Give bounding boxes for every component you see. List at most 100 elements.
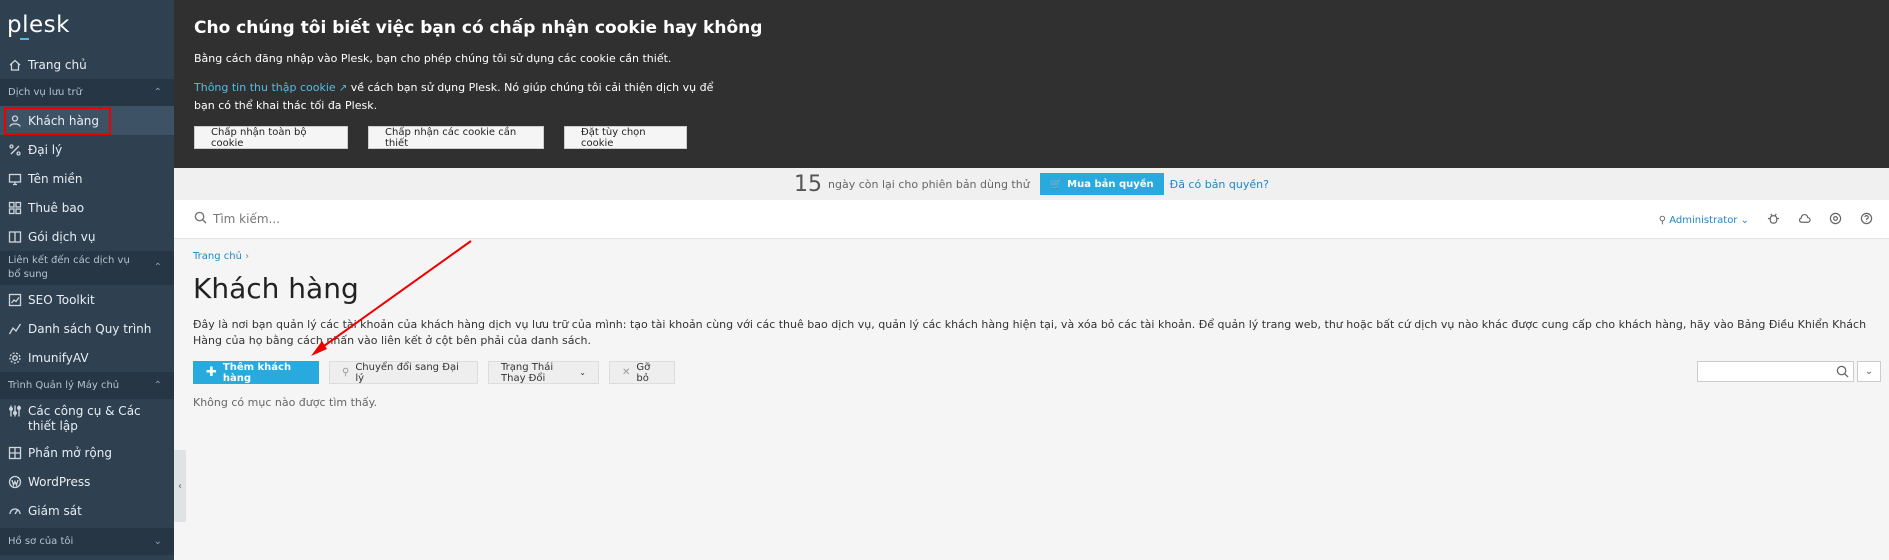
cookie-preferences-button[interactable]: Đặt tùy chọn cookie bbox=[564, 126, 687, 149]
empty-list-message: Không có mục nào được tìm thấy. bbox=[193, 396, 378, 409]
chevron-up-icon: ⌃ bbox=[153, 87, 162, 98]
sidebar-item-customers[interactable]: Khách hàng bbox=[0, 106, 174, 135]
trial-days-text: ngày còn lại cho phiên bản dùng thử bbox=[828, 177, 1030, 191]
cart-icon: 🛒 bbox=[1049, 178, 1063, 190]
remove-label: Gỡ bỏ bbox=[636, 361, 651, 384]
sidebar-item-monitoring[interactable]: Giám sát bbox=[0, 496, 174, 525]
remove-button[interactable]: ✕ Gỡ bỏ bbox=[609, 361, 675, 384]
chevron-down-icon: ⌄ bbox=[1864, 366, 1874, 377]
plan-icon bbox=[8, 230, 22, 244]
user-convert-icon: ⚲ bbox=[342, 367, 350, 378]
buy-license-button[interactable]: 🛒 Mua bản quyền bbox=[1039, 173, 1164, 195]
monitor-icon bbox=[8, 172, 22, 186]
section-label: Liên kết đến các dịch vụ bổ sung bbox=[8, 255, 130, 280]
list-search-options-button[interactable]: ⌄ bbox=[1857, 361, 1881, 382]
sidebar-item-label: Các công cụ & Các thiết lập bbox=[28, 404, 141, 433]
sidebar-item-domains[interactable]: Tên miền bbox=[0, 164, 174, 193]
add-customer-label: Thêm khách hàng bbox=[222, 361, 292, 384]
cloud-icon[interactable] bbox=[1798, 212, 1811, 228]
cookie-info: Thông tin thu thập cookie ↗ về cách bạn … bbox=[194, 79, 734, 114]
main-content: Trang chủ › Khách hàng Đây là nơi bạn qu… bbox=[193, 240, 1883, 409]
search-icon bbox=[1836, 365, 1849, 381]
sidebar-item-resellers[interactable]: Đại lý bbox=[0, 135, 174, 164]
user-icon: ⚲ bbox=[1658, 214, 1670, 226]
monitoring-icon bbox=[8, 504, 22, 518]
sidebar-item-label: Đại lý bbox=[28, 142, 63, 157]
process-icon bbox=[8, 322, 22, 336]
section-server[interactable]: Trình Quản lý Máy chủ ⌃ bbox=[0, 372, 174, 399]
breadcrumb-home[interactable]: Trang chủ bbox=[193, 251, 242, 262]
sidebar-item-subscriptions[interactable]: Thuê bao bbox=[0, 193, 174, 222]
sidebar-item-home[interactable]: Trang chủ bbox=[0, 50, 174, 79]
cookie-title: Cho chúng tôi biết việc bạn có chấp nhận… bbox=[194, 18, 763, 38]
cookie-info-link[interactable]: Thông tin thu thập cookie bbox=[194, 81, 336, 94]
sidebar-item-extensions[interactable]: Phần mở rộng bbox=[0, 438, 174, 467]
sidebar: plesk Trang chủ Dịch vụ lưu trữ ⌃ Khách … bbox=[0, 0, 174, 560]
sidebar-item-service-plans[interactable]: Gói dịch vụ bbox=[0, 222, 174, 251]
cookie-buttons: Chấp nhận toàn bộ cookie Chấp nhận các c… bbox=[194, 126, 1889, 149]
have-license-link[interactable]: Đã có bản quyền? bbox=[1170, 178, 1269, 191]
section-profile[interactable]: Hồ sơ của tôi ⌄ bbox=[0, 528, 174, 555]
chevron-left-icon: ‹ bbox=[178, 480, 182, 492]
accept-all-cookies-button[interactable]: Chấp nhận toàn bộ cookie bbox=[194, 126, 348, 149]
user-menu[interactable]: ⚲ Administrator ⌄ bbox=[1659, 215, 1749, 226]
top-header: Tìm kiếm... ⚲ Administrator ⌄ bbox=[174, 200, 1889, 239]
header-actions: ⚲ Administrator ⌄ bbox=[1659, 212, 1873, 228]
convert-to-reseller-button[interactable]: ⚲ Chuyển đổi sang Đại lý bbox=[329, 361, 478, 384]
home-icon bbox=[8, 58, 22, 72]
sidebar-item-label: Trang chủ bbox=[28, 57, 87, 72]
sidebar-item-label: Thuê bao bbox=[28, 200, 85, 215]
chevron-down-icon: ⌄ bbox=[1740, 214, 1749, 226]
chart-icon bbox=[8, 293, 22, 307]
sidebar-item-label: SEO Toolkit bbox=[28, 292, 95, 307]
section-label: Trình Quản lý Máy chủ bbox=[8, 380, 120, 391]
sidebar-collapse-handle[interactable]: ‹ bbox=[174, 450, 186, 522]
plesk-logo[interactable]: plesk bbox=[0, 0, 174, 50]
chevron-right-icon: › bbox=[245, 251, 250, 262]
accept-required-cookies-button[interactable]: Chấp nhận các cookie cần thiết bbox=[368, 126, 544, 149]
sidebar-item-label: Gói dịch vụ bbox=[28, 229, 96, 244]
sidebar-item-wordpress[interactable]: WordPress bbox=[0, 467, 174, 496]
percent-icon bbox=[8, 143, 22, 157]
add-customer-button[interactable]: ✚ Thêm khách hàng bbox=[193, 361, 319, 384]
sidebar-item-label: ImunifyAV bbox=[28, 350, 89, 365]
sidebar-item-seo-toolkit[interactable]: SEO Toolkit bbox=[0, 285, 174, 314]
sidebar-item-label: WordPress bbox=[28, 474, 91, 489]
sidebar-item-label: Phần mở rộng bbox=[28, 445, 112, 460]
sidebar-item-process-list[interactable]: Danh sách Quy trình bbox=[0, 314, 174, 343]
cookie-text: Bằng cách đăng nhập vào Plesk, bạn cho p… bbox=[194, 52, 672, 65]
change-status-dropdown[interactable]: Trạng Thái Thay Đổi ⌄ bbox=[488, 361, 599, 384]
sidebar-item-imunifyav[interactable]: ImunifyAV bbox=[0, 343, 174, 372]
extensions-icon bbox=[8, 446, 22, 460]
bug-icon[interactable] bbox=[1767, 212, 1780, 228]
list-search-input[interactable] bbox=[1697, 361, 1854, 382]
user-icon bbox=[8, 114, 22, 128]
global-search-input[interactable]: Tìm kiếm... bbox=[213, 212, 280, 226]
trial-bar: 15 ngày còn lại cho phiên bản dùng thử 🛒… bbox=[174, 168, 1889, 200]
plus-icon: ✚ bbox=[206, 365, 217, 380]
user-name: Administrator bbox=[1669, 214, 1738, 226]
external-link-icon: ↗ bbox=[335, 83, 348, 94]
chevron-up-icon: ⌃ bbox=[153, 262, 162, 273]
sidebar-item-label: Khách hàng bbox=[28, 113, 100, 128]
logo-underline bbox=[20, 38, 29, 40]
remove-icon: ✕ bbox=[622, 367, 631, 378]
page-description: Đây là nơi bạn quản lý các tài khoản của… bbox=[193, 318, 1867, 347]
help-icon[interactable] bbox=[1860, 212, 1873, 228]
page-title: Khách hàng bbox=[193, 272, 359, 305]
list-toolbar: ✚ Thêm khách hàng ⚲ Chuyển đổi sang Đại … bbox=[193, 361, 1883, 384]
breadcrumb: Trang chủ › bbox=[193, 251, 1883, 262]
trial-days-count: 15 bbox=[794, 171, 823, 197]
sidebar-item-tools-settings[interactable]: Các công cụ & Các thiết lập bbox=[0, 399, 174, 438]
sidebar-item-label: Danh sách Quy trình bbox=[28, 321, 152, 336]
section-label: Dịch vụ lưu trữ bbox=[8, 87, 82, 98]
chevron-down-icon: ⌄ bbox=[579, 368, 586, 377]
chevron-up-icon: ⌃ bbox=[153, 380, 162, 391]
section-hosting[interactable]: Dịch vụ lưu trữ ⌃ bbox=[0, 79, 174, 106]
section-links[interactable]: Liên kết đến các dịch vụ bổ sung ⌃ bbox=[0, 251, 174, 285]
tools-icon bbox=[8, 404, 22, 418]
buy-license-label: Mua bản quyền bbox=[1067, 178, 1154, 190]
sidebar-item-label: Giám sát bbox=[28, 503, 82, 518]
settings-icon[interactable] bbox=[1829, 212, 1842, 228]
section-label: Hồ sơ của tôi bbox=[8, 536, 74, 547]
